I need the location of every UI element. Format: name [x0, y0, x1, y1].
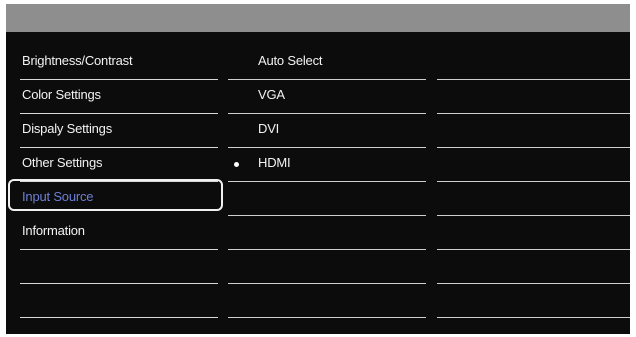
detail-empty-row	[437, 216, 630, 250]
menu-item-label: Brightness/Contrast	[22, 53, 133, 68]
submenu: Auto Select VGA DVI HDMI	[228, 46, 426, 318]
menu-item-input-source[interactable]: Input Source	[8, 179, 223, 216]
osd-panel: Brightness/Contrast Color Settings Dispa…	[6, 4, 630, 334]
menu-item-label: Other Settings	[22, 155, 103, 170]
active-bullet-icon	[234, 162, 239, 167]
submenu-empty-row	[228, 284, 426, 318]
menu-item-brightness-contrast[interactable]: Brightness/Contrast	[20, 46, 218, 80]
submenu-item-hdmi[interactable]: HDMI	[228, 148, 426, 182]
submenu-item-label: VGA	[258, 87, 285, 102]
menu-item-color-settings[interactable]: Color Settings	[20, 80, 218, 114]
submenu-item-label: Auto Select	[258, 53, 323, 68]
menu-item-other-settings[interactable]: Other Settings	[20, 148, 218, 182]
submenu-item-dvi[interactable]: DVI	[228, 114, 426, 148]
menu-item-display-settings[interactable]: Dispaly Settings	[20, 114, 218, 148]
menu-item-label: Dispaly Settings	[22, 121, 113, 136]
menu-item-label: Color Settings	[22, 87, 101, 102]
menu-item-information[interactable]: Information	[20, 216, 218, 250]
detail-empty-row	[437, 46, 630, 80]
menu-item-label: Input Source	[22, 189, 94, 204]
detail-empty-row	[437, 182, 630, 216]
detail-empty-row	[437, 148, 630, 182]
detail-empty-row	[437, 80, 630, 114]
menu-empty-row	[20, 250, 218, 284]
detail-empty-row	[437, 114, 630, 148]
submenu-item-vga[interactable]: VGA	[228, 80, 426, 114]
submenu-item-label: HDMI	[258, 155, 291, 170]
submenu-item-label: DVI	[258, 121, 280, 136]
menu-item-label: Information	[22, 223, 85, 238]
submenu-item-auto-select[interactable]: Auto Select	[228, 46, 426, 80]
detail-column	[437, 46, 630, 318]
detail-empty-row	[437, 250, 630, 284]
osd-header-bar	[6, 4, 630, 32]
submenu-empty-row	[228, 216, 426, 250]
main-menu: Brightness/Contrast Color Settings Dispa…	[8, 46, 223, 318]
submenu-empty-row	[228, 250, 426, 284]
menu-empty-row	[20, 284, 218, 318]
submenu-empty-row	[228, 182, 426, 216]
detail-empty-row	[437, 284, 630, 318]
